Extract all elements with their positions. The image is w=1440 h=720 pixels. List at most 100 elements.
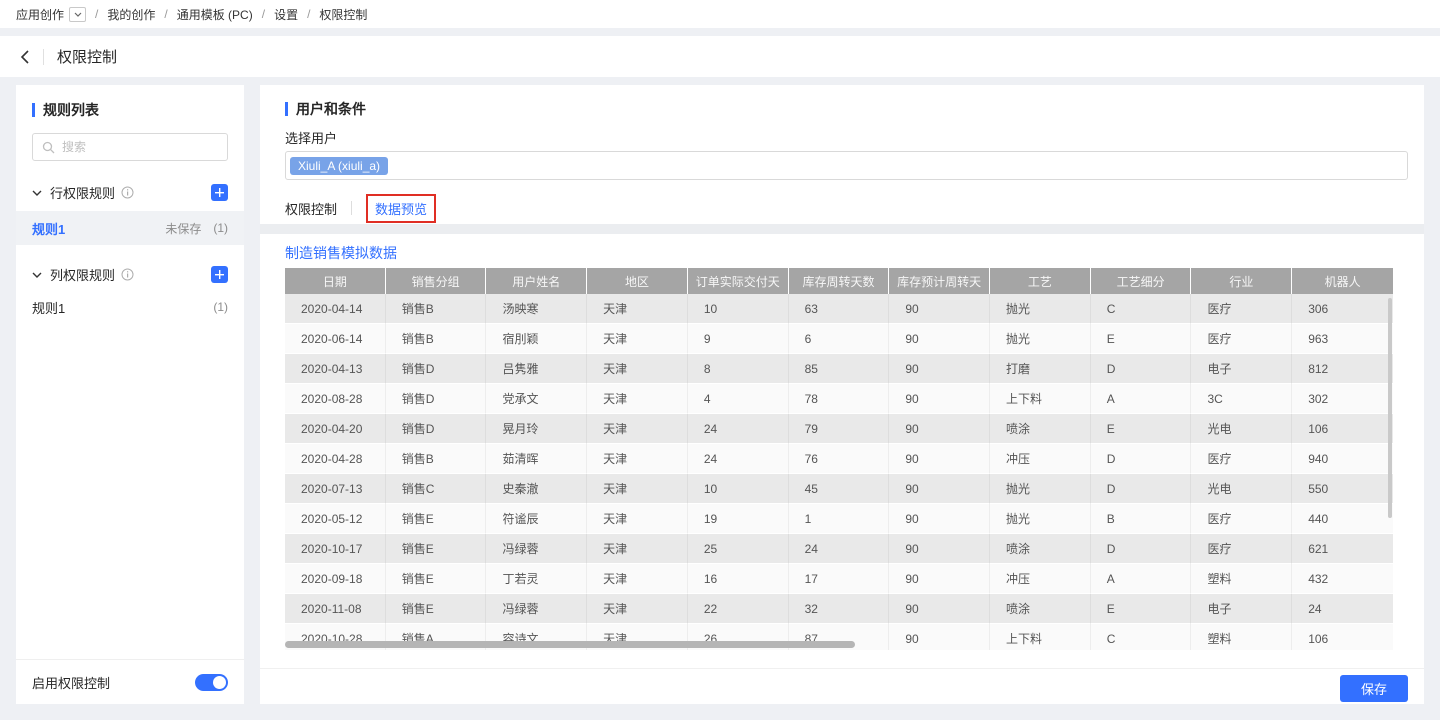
add-column-rule-button[interactable] [211, 266, 228, 283]
column-permission-section-header: 列权限规则 [32, 265, 228, 284]
table-cell: 10 [688, 294, 789, 324]
add-row-rule-button[interactable] [211, 184, 228, 201]
table-cell: 冲压 [990, 564, 1091, 594]
user-select-field[interactable]: Xiuli_A (xiuli_a) [285, 151, 1408, 180]
footer-divider [260, 668, 1424, 669]
table-cell: 冯绿蓉 [486, 594, 587, 624]
table-cell: 9 [688, 324, 789, 354]
table-cell: 2020-04-20 [285, 414, 386, 444]
column-rule-item[interactable]: 规则1 (1) [16, 290, 244, 324]
table-cell: 医疗 [1191, 444, 1292, 474]
table-cell: 90 [889, 414, 990, 444]
table-cell: 史秦澈 [486, 474, 587, 504]
enable-permission-toggle[interactable] [195, 674, 228, 691]
table-cell: D [1091, 534, 1192, 564]
vertical-scrollbar[interactable] [1388, 298, 1392, 518]
table-cell: 85 [789, 354, 890, 384]
table-cell: 90 [889, 564, 990, 594]
tab-permission-control[interactable]: 权限控制 [285, 199, 337, 218]
table-cell: B [1091, 504, 1192, 534]
breadcrumb-item-template[interactable]: 通用模板 (PC) [177, 6, 253, 23]
horizontal-scrollbar[interactable] [285, 641, 855, 648]
rule-search-box[interactable] [32, 133, 228, 161]
table-cell: 天津 [587, 294, 688, 324]
rule-name[interactable]: 规则1 [32, 219, 65, 238]
annotation-highlight: 数据预览 [366, 194, 436, 223]
search-input[interactable] [62, 140, 218, 154]
table-cell: 106 [1292, 414, 1393, 444]
info-icon[interactable] [121, 186, 134, 199]
table-cell: 90 [889, 444, 990, 474]
table-row: 2020-08-28销售D党承文天津47890上下料A3C302 [285, 384, 1393, 414]
plus-icon [215, 270, 224, 279]
table-cell: 812 [1292, 354, 1393, 384]
table-cell: 79 [789, 414, 890, 444]
table-row: 2020-04-20销售D晃月玲天津247990喷涂E光电106 [285, 414, 1393, 444]
rule-name[interactable]: 规则1 [32, 298, 65, 317]
back-button[interactable] [20, 49, 30, 65]
table-cell: 销售E [386, 534, 487, 564]
chevron-down-icon[interactable] [32, 190, 42, 196]
table-cell: E [1091, 594, 1192, 624]
table-cell: 销售D [386, 414, 487, 444]
table-cell: 4 [688, 384, 789, 414]
table-cell: 销售D [386, 384, 487, 414]
table-cell: 医疗 [1191, 504, 1292, 534]
toggle-knob [213, 676, 226, 689]
users-and-conditions-title: 用户和条件 [285, 99, 366, 119]
column-header: 行业 [1191, 268, 1292, 294]
row-rule-item[interactable]: 规则1 未保存 (1) [16, 211, 244, 245]
breadcrumb-app-menu[interactable]: 应用创作 [16, 6, 64, 23]
table-cell: 24 [688, 444, 789, 474]
table-cell: 45 [789, 474, 890, 504]
title-accent-bar [285, 102, 288, 116]
table-cell: 茹清晖 [486, 444, 587, 474]
save-button[interactable]: 保存 [1340, 675, 1408, 702]
app-menu-dropdown[interactable] [69, 7, 86, 22]
table-cell: 90 [889, 294, 990, 324]
table-cell: 2020-10-17 [285, 534, 386, 564]
table-cell: 78 [789, 384, 890, 414]
table-cell: 天津 [587, 564, 688, 594]
user-tag[interactable]: Xiuli_A (xiuli_a) [290, 157, 388, 175]
table-cell: 天津 [587, 534, 688, 564]
table-cell: 天津 [587, 384, 688, 414]
breadcrumb: 应用创作 / 我的创作 / 通用模板 (PC) / 设置 / 权限控制 [0, 0, 1440, 28]
breadcrumb-item-my-creations[interactable]: 我的创作 [107, 6, 155, 23]
rule-count: (1) [213, 221, 228, 235]
table-cell: 天津 [587, 414, 688, 444]
column-header: 销售分组 [386, 268, 487, 294]
table-cell: 销售B [386, 294, 487, 324]
table-cell: 306 [1292, 294, 1393, 324]
table-cell: 光电 [1191, 474, 1292, 504]
table-cell: 90 [889, 384, 990, 414]
table-cell: 销售B [386, 444, 487, 474]
table-cell: 喷涂 [990, 534, 1091, 564]
tab-data-preview[interactable]: 数据预览 [375, 202, 427, 217]
chevron-down-icon[interactable] [32, 272, 42, 278]
table-cell: 天津 [587, 354, 688, 384]
dataset-title-link[interactable]: 制造销售模拟数据 [285, 243, 397, 263]
table-cell: 90 [889, 474, 990, 504]
table-header-row: 日期销售分组用户姓名地区订单实际交付天库存周转天数库存预计周转天工艺工艺细分行业… [285, 268, 1393, 294]
table-cell: 2020-08-28 [285, 384, 386, 414]
table-cell: 上下料 [990, 384, 1091, 414]
info-icon[interactable] [121, 268, 134, 281]
table-cell: 医疗 [1191, 534, 1292, 564]
column-header: 机器人 [1292, 268, 1393, 294]
table-cell: 销售B [386, 324, 487, 354]
table-cell: 2020-04-13 [285, 354, 386, 384]
table-cell: E [1091, 324, 1192, 354]
table-cell: 2020-04-28 [285, 444, 386, 474]
header-divider [43, 49, 44, 65]
table-cell: A [1091, 564, 1192, 594]
table-cell: 天津 [587, 594, 688, 624]
table-cell: 打磨 [990, 354, 1091, 384]
breadcrumb-item-settings[interactable]: 设置 [274, 6, 298, 23]
table-cell: 晃月玲 [486, 414, 587, 444]
data-table-container: 日期销售分组用户姓名地区订单实际交付天库存周转天数库存预计周转天工艺工艺细分行业… [285, 268, 1393, 650]
table-cell: 8 [688, 354, 789, 384]
table-cell: 2020-05-12 [285, 504, 386, 534]
table-cell: 76 [789, 444, 890, 474]
breadcrumb-separator: / [307, 7, 310, 21]
